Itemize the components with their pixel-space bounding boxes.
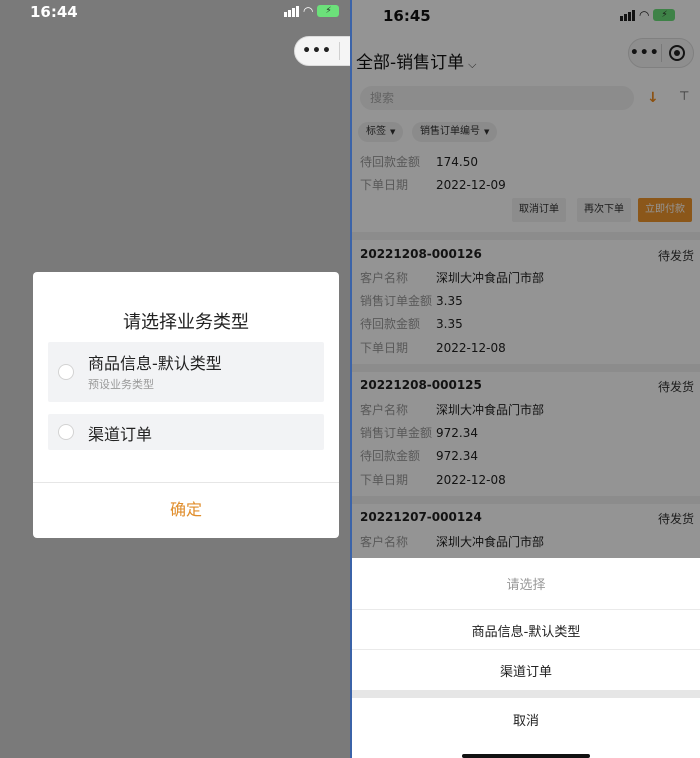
option-sublabel: 预设业务类型: [88, 378, 154, 391]
business-type-dialog: 请选择业务类型 商品信息-默认类型 预设业务类型 渠道订单 确定: [33, 272, 339, 538]
wifi-icon: ◠: [303, 4, 314, 18]
modal-overlay[interactable]: [352, 0, 700, 560]
close-miniprogram-icon[interactable]: [340, 43, 350, 59]
confirm-button[interactable]: 确定: [33, 482, 339, 538]
battery-icon: ⚡: [317, 5, 340, 17]
status-icons: ◠ ⚡: [284, 4, 340, 18]
status-bar: 16:44 ◠ ⚡: [0, 0, 350, 26]
home-indicator: [462, 754, 590, 758]
dialog-title: 请选择业务类型: [123, 312, 249, 333]
right-screen: 16:45 ◠ ⚡ 全部-销售订单 ⌵ ••• 搜索 ↓ ⊤ 标签 ▼ 销售订单编号…: [352, 0, 700, 758]
radio-icon[interactable]: [58, 364, 74, 380]
miniprogram-capsule: •••: [294, 36, 350, 66]
action-sheet-option-default-type[interactable]: 商品信息-默认类型: [352, 621, 700, 640]
radio-icon[interactable]: [58, 424, 74, 440]
more-icon[interactable]: •••: [295, 43, 339, 59]
status-time: 16:44: [30, 3, 78, 21]
action-sheet-option-channel-order[interactable]: 渠道订单: [352, 661, 700, 680]
left-screen: 16:44 ◠ ⚡ ••• 请选择业务类型 商品信息-默认类型 预设业务类型 渠…: [0, 0, 350, 758]
order-list-page: 16:45 ◠ ⚡ 全部-销售订单 ⌵ ••• 搜索 ↓ ⊤ 标签 ▼ 销售订单编号…: [352, 0, 700, 560]
signal-icon: [284, 5, 299, 17]
option-default-type[interactable]: 商品信息-默认类型 预设业务类型: [48, 342, 324, 402]
action-sheet-cancel-button[interactable]: 取消: [352, 710, 700, 729]
option-channel-order[interactable]: 渠道订单: [48, 414, 324, 450]
option-label: 渠道订单: [88, 425, 153, 444]
action-sheet: 请选择 商品信息-默认类型 渠道订单 取消: [352, 558, 700, 758]
option-label: 商品信息-默认类型: [88, 354, 222, 373]
action-sheet-hint: 请选择: [506, 578, 546, 593]
